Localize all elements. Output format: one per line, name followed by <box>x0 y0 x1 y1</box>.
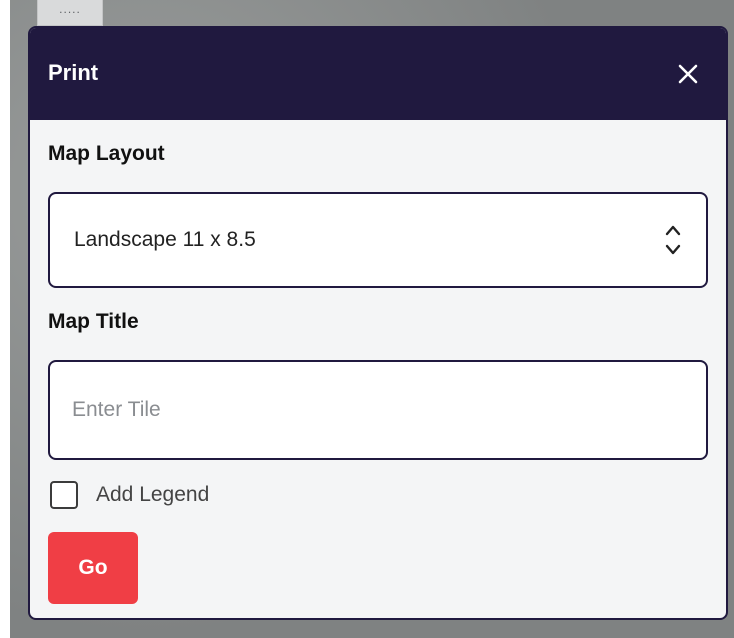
print-dialog: Print Map Layout Landscape 11 x 8.5 Map … <box>28 26 728 620</box>
drag-handle[interactable]: ..... <box>37 0 103 26</box>
go-button[interactable]: Go <box>48 532 138 604</box>
add-legend-option[interactable]: Add Legend <box>50 478 209 512</box>
close-icon[interactable] <box>676 62 700 86</box>
map-layout-select[interactable]: Landscape 11 x 8.5 <box>48 192 708 288</box>
side-panel-edge <box>0 0 10 638</box>
add-legend-label: Add Legend <box>96 483 210 506</box>
dialog-title: Print <box>48 60 99 85</box>
map-layout-label: Map Layout <box>48 142 165 165</box>
map-layout-selected-value: Landscape 11 x 8.5 <box>74 228 256 251</box>
chevron-up-down-icon <box>664 222 682 258</box>
dialog-header: Print <box>30 28 726 120</box>
map-title-input[interactable] <box>48 360 708 460</box>
add-legend-checkbox[interactable] <box>50 481 78 509</box>
map-title-label: Map Title <box>48 310 139 333</box>
